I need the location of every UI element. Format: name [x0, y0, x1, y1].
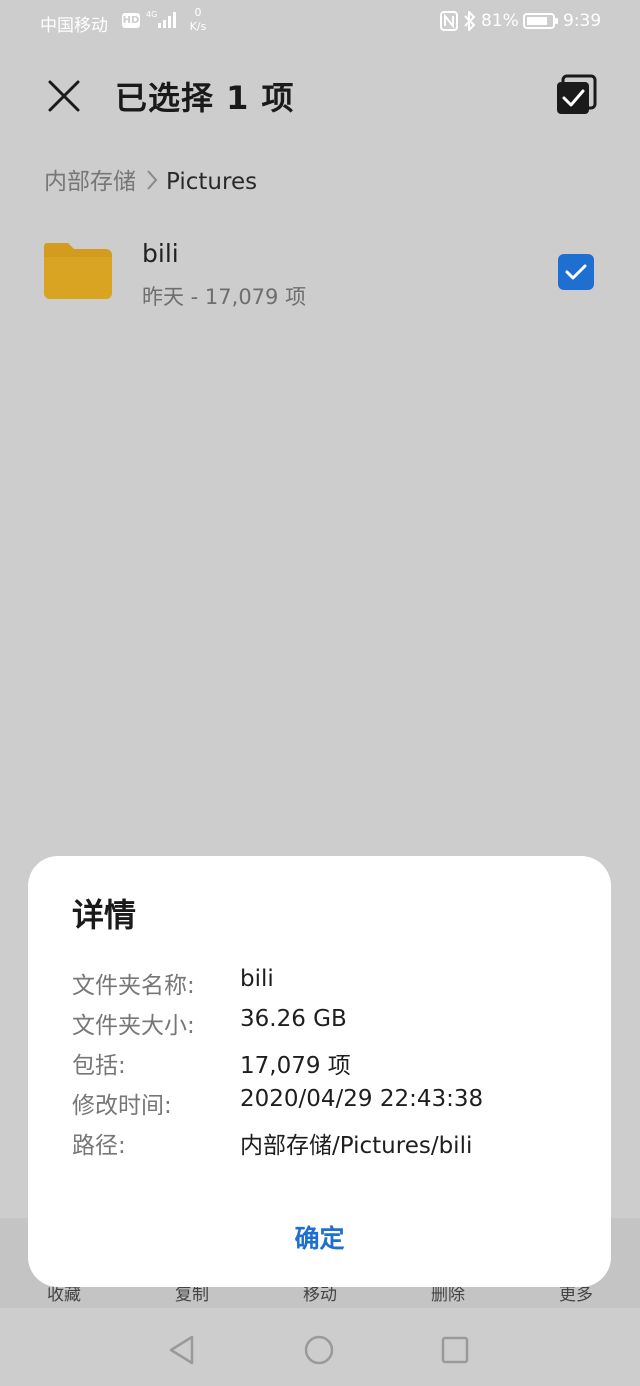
detail-value: 内部存储/Pictures/bili — [240, 1133, 473, 1159]
detail-label: 包括: — [72, 1053, 126, 1079]
checkmark-icon — [565, 264, 587, 280]
file-meta: 昨天 - 17,079 项 — [142, 285, 307, 309]
select-all-icon[interactable] — [555, 74, 597, 116]
clock: 9:39 — [563, 11, 602, 31]
dialog-title: 详情 — [72, 896, 137, 934]
battery-percent: 81% — [481, 11, 519, 31]
chevron-right-icon — [147, 170, 158, 190]
navigation-bar — [0, 1308, 640, 1386]
back-icon[interactable] — [166, 1334, 198, 1366]
carrier-name: 中国移动 — [40, 16, 108, 36]
detail-value: 2020/04/29 22:43:38 — [240, 1086, 484, 1112]
detail-value: 17,079 项 — [240, 1053, 351, 1079]
bluetooth-icon — [464, 11, 476, 31]
detail-value: bili — [240, 966, 274, 992]
breadcrumb: 内部存储 Pictures — [44, 162, 257, 196]
nfc-icon — [440, 11, 458, 31]
detail-label: 修改时间: — [72, 1093, 172, 1119]
network-speed-value: 0 — [194, 6, 202, 19]
network-type: 4G — [146, 10, 158, 19]
detail-label: 文件夹大小: — [72, 1013, 195, 1039]
close-icon[interactable] — [44, 76, 84, 116]
detail-label: 文件夹名称: — [72, 973, 195, 999]
list-item[interactable]: bili 昨天 - 17,079 项 — [0, 225, 640, 325]
hd-badge-icon: HD — [122, 13, 140, 28]
page-title: 已选择 1 项 — [115, 79, 295, 117]
battery-icon — [523, 13, 558, 29]
network-speed: 0 K/s — [186, 6, 210, 34]
signal-icon — [158, 12, 176, 28]
ok-button[interactable]: 确定 — [28, 1214, 611, 1264]
home-icon[interactable] — [303, 1334, 335, 1366]
detail-label: 路径: — [72, 1133, 126, 1159]
recent-apps-icon[interactable] — [441, 1336, 469, 1364]
file-name: bili — [142, 239, 179, 268]
breadcrumb-current[interactable]: Pictures — [166, 169, 257, 195]
folder-icon — [43, 243, 112, 299]
network-speed-unit: K/s — [189, 20, 207, 33]
status-bar: 中国移动 HD 4G 0 K/s 81% 9:39 — [0, 0, 640, 44]
file-checkbox[interactable] — [558, 254, 594, 290]
details-dialog: 详情 文件夹名称: bili 文件夹大小: 36.26 GB 包括: 17,07… — [28, 856, 611, 1287]
breadcrumb-root[interactable]: 内部存储 — [44, 169, 136, 195]
detail-value: 36.26 GB — [240, 1006, 347, 1032]
